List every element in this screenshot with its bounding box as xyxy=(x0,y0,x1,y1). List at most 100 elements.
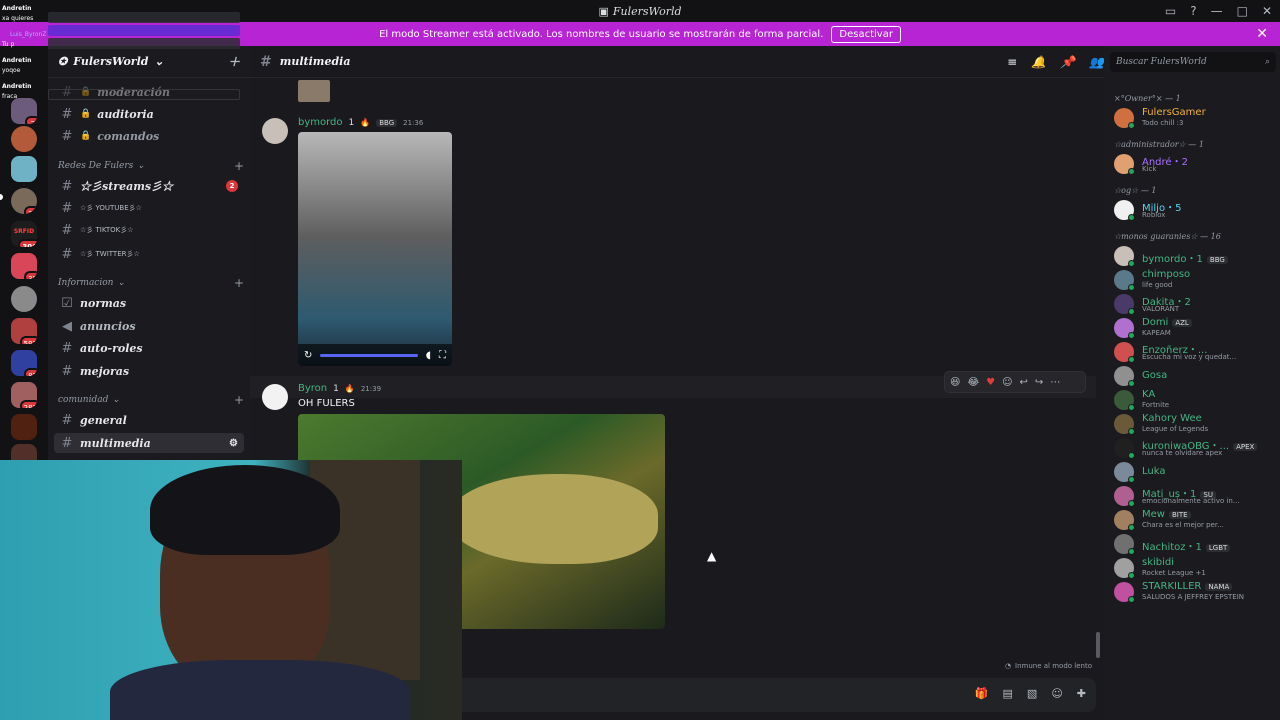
fire-icon: 🔥 xyxy=(360,118,371,127)
member-item[interactable]: Gosa xyxy=(1112,364,1276,388)
channel-auto-roles[interactable]: # auto-roles xyxy=(54,338,244,358)
channel-normas[interactable]: ☑ normas xyxy=(54,293,244,313)
server-icon[interactable]: SRFID 306 xyxy=(11,221,37,247)
member-item[interactable]: chimposo life good xyxy=(1112,268,1276,292)
apps-icon[interactable]: ✚ xyxy=(1077,687,1086,700)
server-icon[interactable] xyxy=(11,156,37,182)
sticker-icon[interactable]: ▧ xyxy=(1027,687,1037,700)
deactivate-button[interactable]: Desactivar xyxy=(831,25,901,43)
member-name: bymordo・1 BBG xyxy=(1142,250,1228,265)
reaction-laugh-icon[interactable]: 😆 xyxy=(950,377,960,388)
member-status: Todo chill :3 xyxy=(1142,119,1184,127)
member-item[interactable]: Luka xyxy=(1112,460,1276,484)
category-redes[interactable]: Redes De Fulers ⌄ + xyxy=(58,158,244,174)
gif-icon[interactable]: ▤ xyxy=(1003,687,1013,700)
close-button[interactable]: ✕ xyxy=(1262,4,1272,18)
member-item[interactable]: Miljo・5 Roblox xyxy=(1112,198,1276,222)
author-name[interactable]: Byron xyxy=(298,383,327,394)
channel-auditoria[interactable]: # 🔒 auditoria xyxy=(54,104,244,124)
inbox-icon[interactable]: ▭ xyxy=(1165,4,1176,18)
member-item[interactable]: Mati_us・1 SU emocionalmente activo in... xyxy=(1112,484,1276,508)
member-name: Domi AZL xyxy=(1142,317,1192,328)
server-icon[interactable] xyxy=(11,414,37,440)
status-dot xyxy=(1128,548,1135,555)
member-item[interactable]: Nachitoz・1 LGBT xyxy=(1112,532,1276,556)
settings-icon[interactable]: ⚙ xyxy=(229,438,238,449)
category-comunidad[interactable]: comunidad ⌄ + xyxy=(58,392,244,408)
server-icon: ▣ xyxy=(598,4,609,18)
video-attachment[interactable]: ↻ ◖ ⛶ xyxy=(298,132,452,366)
server-icon[interactable] xyxy=(11,286,37,312)
more-icon[interactable]: ⋯ xyxy=(1050,377,1060,388)
channel-anuncios[interactable]: ◀ anuncios xyxy=(54,316,244,336)
channel-comandos[interactable]: # 🔒 comandos xyxy=(54,126,244,146)
message-actions: 😆 😂 ♥ ☺ ↩ ↪ ⋯ xyxy=(944,371,1086,393)
member-item[interactable]: skibidi Rocket League +1 xyxy=(1112,556,1276,580)
role-tag: AZL xyxy=(1172,319,1192,327)
category-informacion[interactable]: Informacion ⌄ + xyxy=(58,275,244,291)
member-item[interactable]: Mew BITE Chara es el mejor per... xyxy=(1112,508,1276,532)
avatar[interactable] xyxy=(262,384,288,410)
add-channel-icon[interactable]: + xyxy=(234,393,244,407)
image-attachment[interactable] xyxy=(298,80,330,102)
scrollbar-thumb[interactable] xyxy=(1096,632,1100,658)
members-icon[interactable]: 👥 xyxy=(1089,55,1104,69)
add-channel-icon[interactable]: + xyxy=(234,276,244,290)
member-item[interactable]: STARKILLER NAMA SALUDOS A JEFFREY EPSTEIN xyxy=(1112,580,1276,604)
add-reaction-icon[interactable]: ☺ xyxy=(1002,377,1012,388)
pin-icon[interactable]: 📌 xyxy=(1060,55,1075,69)
server-icon[interactable]: 33 xyxy=(11,188,37,214)
help-icon[interactable]: ? xyxy=(1190,4,1196,18)
member-item[interactable]: kuroniwaOBG・... APEX nunca te olvidare ape… xyxy=(1112,436,1276,460)
reply-icon[interactable]: ↩ xyxy=(1020,377,1028,388)
server-icon[interactable] xyxy=(11,126,37,152)
bell-icon[interactable]: 🔔 xyxy=(1031,55,1046,69)
close-banner-icon[interactable]: ✕ xyxy=(1256,26,1268,42)
replay-icon[interactable]: ↻ xyxy=(304,350,312,361)
member-name-text: Luka xyxy=(1142,466,1166,477)
volume-icon[interactable]: ◖ xyxy=(426,350,431,361)
member-item[interactable]: Dakita・2 VALORANT xyxy=(1112,292,1276,316)
member-status: life good xyxy=(1142,281,1173,289)
member-item[interactable]: Enzoñerz・... Escucha mi voz y quedat... xyxy=(1112,340,1276,364)
gift-icon[interactable]: 🎁 xyxy=(975,687,989,700)
window-controls: ▭ ? — □ ✕ xyxy=(1165,0,1272,22)
member-item[interactable]: Domi AZL KAPEAM xyxy=(1112,316,1276,340)
member-item[interactable]: André・2 Kick xyxy=(1112,152,1276,176)
server-icon[interactable]: 35 xyxy=(11,253,37,279)
forward-icon[interactable]: ↪ xyxy=(1035,377,1043,388)
avatar[interactable] xyxy=(262,118,288,144)
search-input[interactable]: Buscar FulersWorld ⌕ xyxy=(1110,52,1276,72)
hash-icon: # xyxy=(61,106,73,122)
add-channel-icon[interactable]: + xyxy=(234,159,244,173)
member-item[interactable]: KA Fortnite xyxy=(1112,388,1276,412)
server-icon[interactable]: 82 xyxy=(11,350,37,376)
channel-youtube[interactable]: # ☆彡 YOUTUBE彡☆ xyxy=(54,198,244,218)
channel-tiktok[interactable]: # ☆彡 TIKTOK彡☆ xyxy=(54,220,244,240)
channel-streams[interactable]: # ☆彡streams彡☆ 2 xyxy=(54,176,244,196)
fullscreen-icon[interactable]: ⛶ xyxy=(439,350,446,361)
member-item[interactable]: bymordo・1 BBG xyxy=(1112,244,1276,268)
channel-multimedia[interactable]: # multimedia ⚙ xyxy=(54,433,244,453)
role-tag: BITE xyxy=(1168,511,1191,519)
channel-mejoras[interactable]: # mejoras xyxy=(54,361,244,381)
role-tag: BBG xyxy=(376,118,398,127)
overlay-user: Andretin xyxy=(2,57,32,64)
video-progress-bar[interactable] xyxy=(320,353,418,357)
channel-general[interactable]: # general xyxy=(54,410,244,430)
server-icon[interactable]: 591 xyxy=(11,318,37,344)
member-status: League of Legends xyxy=(1142,425,1209,433)
member-item[interactable]: FulersGamer Todo chill :3 xyxy=(1112,106,1276,130)
channel-twitter[interactable]: # ☆彡 TWITTER彡☆ xyxy=(54,244,244,264)
reaction-heart-icon[interactable]: ♥ xyxy=(986,377,995,388)
minimize-button[interactable]: — xyxy=(1211,4,1223,18)
reaction-cry-laugh-icon[interactable]: 😂 xyxy=(967,377,979,388)
author-name[interactable]: bymordo xyxy=(298,117,343,128)
category-name: Redes De Fulers xyxy=(58,161,134,171)
threads-icon[interactable]: ≡ xyxy=(1007,55,1017,69)
server-icon[interactable]: 283 xyxy=(11,382,37,408)
member-name-text: Nachitoz・1 xyxy=(1142,542,1202,553)
emoji-icon[interactable]: ☺ xyxy=(1051,687,1062,700)
member-item[interactable]: Kahory Wee League of Legends xyxy=(1112,412,1276,436)
maximize-button[interactable]: □ xyxy=(1237,4,1248,18)
